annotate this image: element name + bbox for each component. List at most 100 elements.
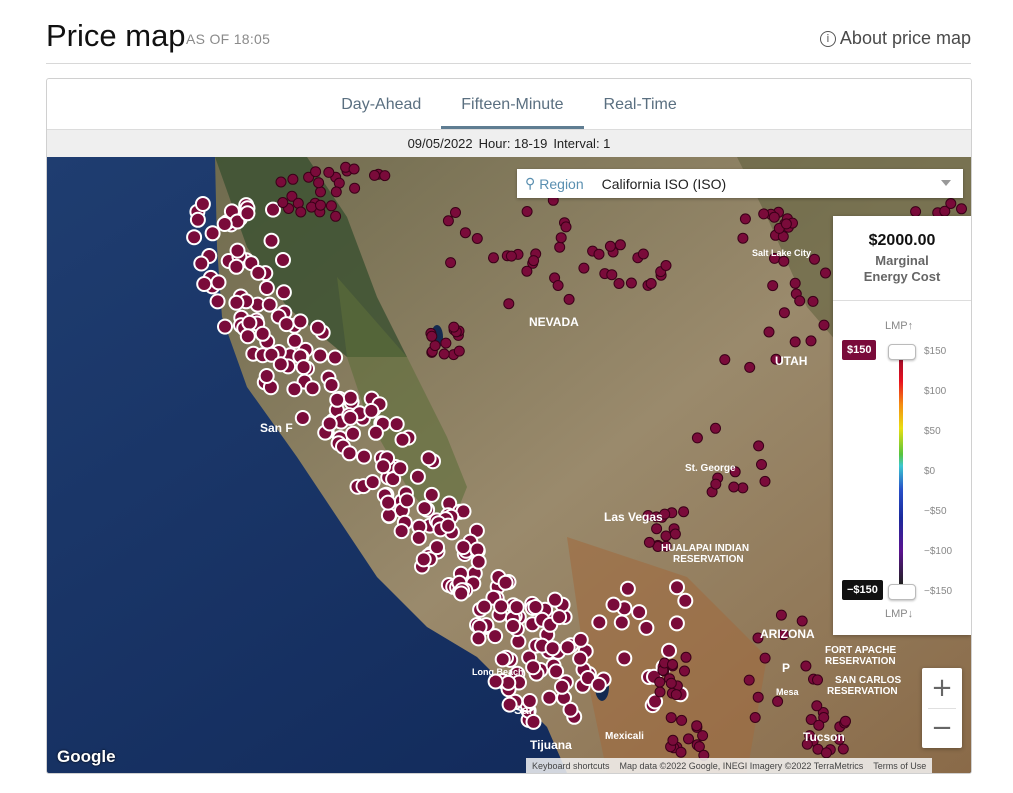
- pricing-node[interactable]: [563, 293, 575, 305]
- pricing-node[interactable]: [759, 475, 771, 487]
- pricing-node[interactable]: [228, 294, 245, 311]
- pricing-node[interactable]: [258, 368, 275, 384]
- pricing-node[interactable]: [497, 574, 514, 591]
- pricing-node[interactable]: [547, 591, 563, 608]
- pricing-node[interactable]: [194, 196, 211, 212]
- pricing-node[interactable]: [737, 232, 749, 244]
- pricing-node[interactable]: [654, 686, 666, 698]
- pricing-node[interactable]: [789, 336, 801, 348]
- pricing-node[interactable]: [394, 431, 411, 448]
- pricing-node[interactable]: [438, 348, 450, 360]
- pricing-node[interactable]: [769, 252, 780, 264]
- pricing-node[interactable]: [275, 284, 292, 301]
- about-price-map-link[interactable]: i About price map: [819, 28, 971, 49]
- pricing-node[interactable]: [729, 466, 741, 478]
- pricing-node[interactable]: [501, 696, 518, 713]
- pricing-node[interactable]: [363, 402, 380, 419]
- pricing-node[interactable]: [204, 225, 221, 242]
- pricing-node[interactable]: [440, 337, 452, 349]
- pricing-node[interactable]: [753, 440, 765, 452]
- pricing-node[interactable]: [342, 389, 359, 406]
- pricing-node[interactable]: [691, 432, 703, 444]
- pricing-node[interactable]: [258, 280, 275, 296]
- pricing-node[interactable]: [286, 381, 303, 398]
- pricing-node[interactable]: [605, 596, 622, 613]
- pricing-node[interactable]: [488, 252, 499, 264]
- pricing-node[interactable]: [453, 345, 465, 357]
- pricing-node[interactable]: [744, 361, 756, 373]
- pricing-node[interactable]: [691, 720, 703, 732]
- pricing-node[interactable]: [409, 468, 426, 485]
- pricing-node[interactable]: [743, 674, 755, 686]
- pricing-node[interactable]: [275, 176, 287, 188]
- pricing-node[interactable]: [840, 715, 851, 727]
- pricing-node[interactable]: [503, 298, 515, 310]
- pricing-node[interactable]: [669, 528, 681, 540]
- pricing-node[interactable]: [196, 276, 213, 292]
- pricing-node[interactable]: [780, 218, 792, 230]
- pricing-node[interactable]: [312, 347, 329, 364]
- pricing-node[interactable]: [508, 599, 525, 616]
- pricing-node[interactable]: [661, 642, 677, 659]
- tab-fifteen-minute[interactable]: Fifteen-Minute: [441, 96, 584, 129]
- pricing-node[interactable]: [216, 216, 233, 232]
- pricing-node[interactable]: [551, 609, 568, 626]
- pricing-node[interactable]: [606, 269, 618, 281]
- pricing-node[interactable]: [445, 257, 457, 269]
- pricing-node[interactable]: [423, 486, 440, 503]
- pricing-node[interactable]: [945, 198, 957, 209]
- pricing-node[interactable]: [789, 277, 801, 289]
- pricing-node[interactable]: [471, 233, 483, 244]
- pricing-node[interactable]: [304, 380, 321, 397]
- pricing-node[interactable]: [710, 478, 722, 490]
- pricing-node[interactable]: [426, 330, 438, 342]
- pricing-node[interactable]: [631, 604, 648, 621]
- pricing-node[interactable]: [719, 354, 731, 366]
- pricing-node[interactable]: [778, 255, 790, 267]
- pricing-node[interactable]: [239, 328, 256, 345]
- map-view[interactable]: NEVADA UTAH ARIZONA San F Las Vegas St. …: [47, 157, 971, 773]
- pricing-node[interactable]: [548, 663, 565, 680]
- pricing-node[interactable]: [544, 640, 561, 657]
- pricing-node[interactable]: [528, 255, 540, 267]
- pricing-node[interactable]: [654, 676, 666, 688]
- pricing-node[interactable]: [642, 510, 654, 521]
- zoom-out-button[interactable]: −: [922, 708, 962, 748]
- pricing-node[interactable]: [440, 517, 457, 534]
- pricing-node[interactable]: [323, 377, 340, 393]
- pricing-node[interactable]: [330, 186, 342, 198]
- pricing-node[interactable]: [752, 632, 764, 644]
- pricing-node[interactable]: [459, 227, 471, 239]
- pricing-node[interactable]: [555, 232, 567, 244]
- pricing-node[interactable]: [613, 614, 630, 631]
- pricing-node[interactable]: [560, 221, 572, 233]
- pricing-node[interactable]: [261, 296, 278, 313]
- pricing-node[interactable]: [410, 529, 427, 546]
- pricing-node[interactable]: [554, 678, 570, 695]
- pricing-node[interactable]: [801, 738, 813, 750]
- pricing-node[interactable]: [811, 700, 823, 712]
- pricing-node[interactable]: [770, 353, 782, 365]
- keyboard-shortcuts-link[interactable]: Keyboard shortcuts: [532, 761, 610, 771]
- pricing-node[interactable]: [315, 199, 326, 211]
- pricing-node[interactable]: [380, 494, 397, 511]
- pricing-node[interactable]: [356, 448, 372, 465]
- pricing-node[interactable]: [604, 240, 616, 252]
- pricing-node[interactable]: [833, 733, 845, 745]
- pricing-node[interactable]: [275, 252, 291, 268]
- pricing-node[interactable]: [775, 609, 787, 621]
- pricing-node[interactable]: [470, 553, 487, 570]
- terms-link[interactable]: Terms of Use: [873, 761, 926, 771]
- pricing-node[interactable]: [323, 166, 335, 178]
- pricing-node[interactable]: [818, 319, 830, 331]
- pricing-node[interactable]: [186, 229, 203, 246]
- pricing-node[interactable]: [739, 213, 751, 225]
- pricing-node[interactable]: [294, 410, 311, 426]
- pricing-node[interactable]: [820, 747, 832, 759]
- pricing-node[interactable]: [525, 659, 542, 676]
- pricing-node[interactable]: [541, 689, 558, 706]
- pricing-node[interactable]: [505, 618, 521, 634]
- pricing-node[interactable]: [683, 733, 694, 745]
- pricing-node[interactable]: [559, 639, 576, 656]
- pricing-node[interactable]: [616, 650, 633, 667]
